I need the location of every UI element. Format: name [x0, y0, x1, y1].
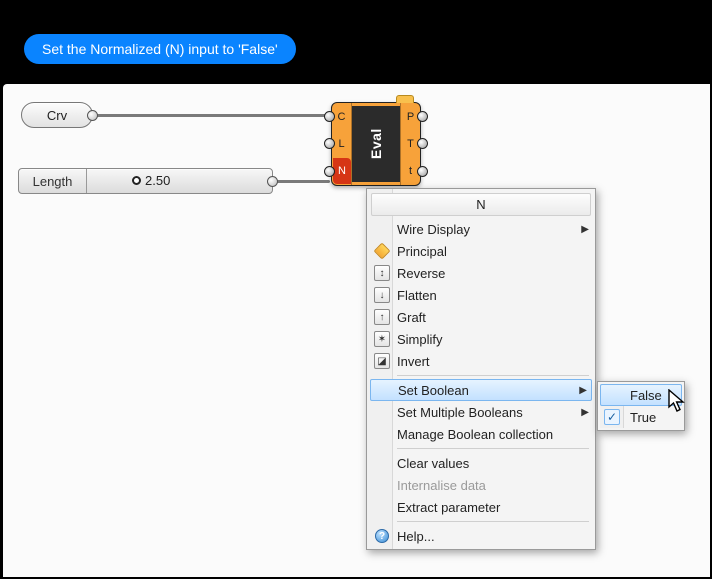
output-t-upper[interactable]: T	[401, 130, 420, 157]
menu-flatten[interactable]: ↓ Flatten	[369, 284, 593, 306]
output-p[interactable]: P	[401, 103, 420, 130]
socket-icon	[324, 166, 335, 177]
menu-manage-boolean-collection[interactable]: Manage Boolean collection	[369, 423, 593, 445]
socket-icon	[324, 111, 335, 122]
slider-track[interactable]: 2.50	[87, 169, 272, 193]
simplify-icon: ✶	[374, 331, 390, 347]
context-menu[interactable]: N Wire Display ▶ Principal ↕ Reverse ↓ F…	[366, 188, 596, 550]
input-n[interactable]: N	[332, 158, 351, 185]
checkmark-icon: ✓	[604, 409, 620, 425]
wire-length-to-eval	[275, 180, 330, 183]
principal-icon	[374, 243, 391, 260]
menu-reverse[interactable]: ↕ Reverse	[369, 262, 593, 284]
component-cap-icon	[396, 95, 414, 103]
wire-crv-to-eval	[93, 114, 330, 117]
socket-icon	[417, 111, 428, 122]
menu-help[interactable]: ? Help...	[369, 525, 593, 547]
graft-icon: ↑	[374, 309, 390, 325]
n-port-highlight: N	[333, 158, 351, 184]
menu-extract-parameter[interactable]: Extract parameter	[369, 496, 593, 518]
menu-internalise-data: Internalise data	[369, 474, 593, 496]
flatten-icon: ↓	[374, 287, 390, 303]
evaluate-curve-component[interactable]: C L N Eval P T t	[331, 102, 421, 186]
set-boolean-submenu[interactable]: False ✓ True	[597, 381, 685, 431]
reverse-icon: ↕	[374, 265, 390, 281]
eval-inputs-column: C L N	[332, 103, 352, 185]
grasshopper-canvas[interactable]: Crv Length 2.50 C L N Eval P T t N	[3, 84, 710, 577]
menu-title: N	[371, 193, 591, 216]
submenu-false[interactable]: False	[600, 384, 682, 406]
menu-set-multiple-booleans[interactable]: Set Multiple Booleans ▶	[369, 401, 593, 423]
slider-value: 2.50	[145, 173, 170, 188]
number-slider[interactable]: Length 2.50	[18, 168, 273, 194]
instruction-callout: Set the Normalized (N) input to 'False'	[24, 34, 296, 64]
eval-outputs-column: P T t	[400, 103, 420, 185]
submenu-arrow-icon: ▶	[581, 407, 589, 418]
eval-label: Eval	[352, 106, 400, 182]
socket-icon	[417, 138, 428, 149]
menu-clear-values[interactable]: Clear values	[369, 452, 593, 474]
crv-output-socket[interactable]	[87, 110, 98, 121]
menu-invert[interactable]: ◪ Invert	[369, 350, 593, 372]
menu-separator	[397, 448, 589, 449]
instruction-text: Set the Normalized (N) input to 'False'	[42, 41, 278, 57]
menu-principal[interactable]: Principal	[369, 240, 593, 262]
menu-simplify[interactable]: ✶ Simplify	[369, 328, 593, 350]
slider-label: Length	[19, 169, 87, 193]
slider-knob-icon	[132, 176, 141, 185]
help-icon: ?	[375, 529, 389, 543]
invert-icon: ◪	[374, 353, 390, 369]
socket-icon	[417, 166, 428, 177]
crv-label: Crv	[47, 108, 67, 123]
crv-param[interactable]: Crv	[21, 102, 93, 128]
menu-set-boolean[interactable]: Set Boolean ▶	[370, 379, 592, 401]
submenu-true[interactable]: ✓ True	[600, 406, 682, 428]
menu-graft[interactable]: ↑ Graft	[369, 306, 593, 328]
input-l[interactable]: L	[332, 130, 351, 157]
submenu-arrow-icon: ▶	[579, 385, 587, 396]
slider-thumb[interactable]: 2.50	[132, 173, 170, 188]
menu-separator	[397, 521, 589, 522]
output-t-lower[interactable]: t	[401, 158, 420, 185]
menu-separator	[397, 375, 589, 376]
submenu-arrow-icon: ▶	[581, 224, 589, 235]
socket-icon	[324, 138, 335, 149]
slider-output-socket[interactable]	[267, 176, 278, 187]
menu-wire-display[interactable]: Wire Display ▶	[369, 218, 593, 240]
input-c[interactable]: C	[332, 103, 351, 130]
